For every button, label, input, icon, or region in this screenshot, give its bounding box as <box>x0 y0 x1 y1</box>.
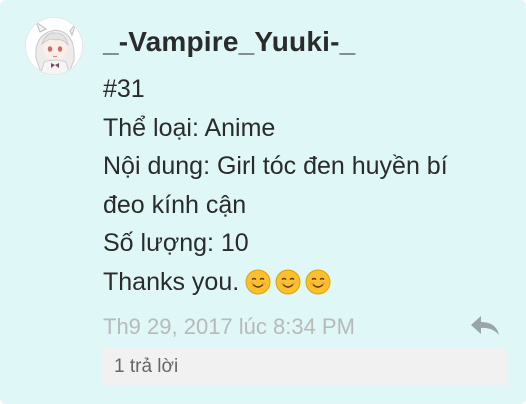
username[interactable]: _-Vampire_Yuuki-_ <box>103 26 355 58</box>
replies-count-label: 1 trả lời <box>114 356 179 377</box>
view-replies-button[interactable]: 1 trả lời <box>102 347 507 385</box>
comment-line-content-cont: đeo kính cận <box>103 190 247 219</box>
reply-arrow-icon <box>471 316 499 335</box>
comment-line-number: #31 <box>103 75 145 103</box>
smiling-face-icon <box>245 269 271 294</box>
smiling-face-icon <box>305 269 331 294</box>
thanks-text: Thanks you. <box>103 267 240 296</box>
emoji-group <box>245 268 335 307</box>
comment-line-quantity: Số lượng: 10 <box>103 229 249 257</box>
avatar-anime-girl-icon <box>26 18 82 74</box>
avatar[interactable] <box>25 17 83 75</box>
comment-line-thanks: Thanks you. <box>103 263 503 307</box>
comment-body: #31 Thể loại: Anime Nội dung: Girl tóc đ… <box>103 70 503 306</box>
smiling-face-icon <box>275 269 301 294</box>
comment-timestamp: Th9 29, 2017 lúc 8:34 PM <box>103 314 355 339</box>
reply-button[interactable] <box>468 313 502 339</box>
comment-line-genre: Thể loại: Anime <box>103 113 276 142</box>
comment-line-content: Nội dung: Girl tóc đen huyền bí <box>103 152 448 180</box>
comment-card: _-Vampire_Yuuki-_ #31 Thể loại: Anime Nộ… <box>0 0 526 404</box>
